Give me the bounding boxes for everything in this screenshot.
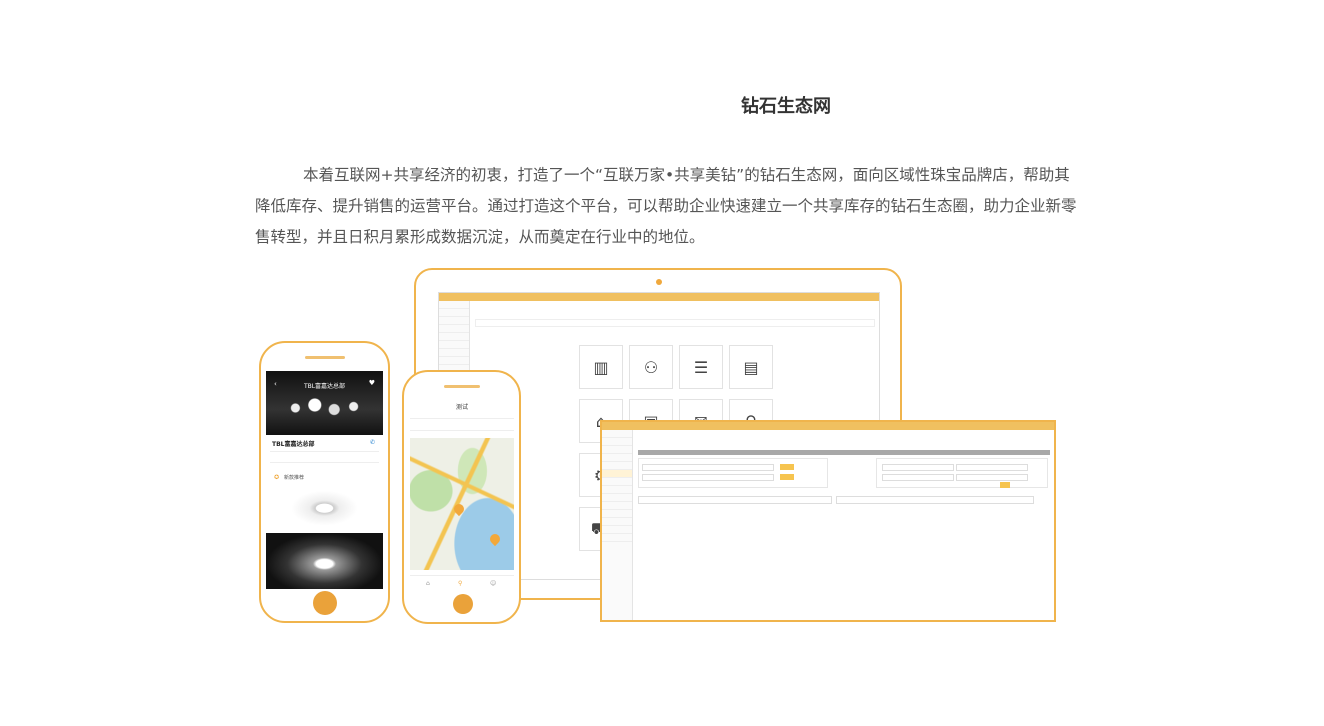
diamonds-image [276, 393, 373, 423]
users-tile-icon[interactable]: ⚇ [629, 345, 673, 389]
profile-tab-icon[interactable]: ☺ [490, 580, 496, 587]
section-title: 新款推荐 [284, 475, 305, 481]
home-button-2[interactable] [453, 594, 473, 614]
home-button[interactable] [313, 591, 337, 615]
jewelry-app-screen: TBL富嘉达总部 ‹ ♥ TBL富嘉达总部 ✆ ✪ 新款推荐 [266, 371, 383, 589]
screen-title: 测试 [410, 398, 514, 419]
document-tile-icon[interactable]: ▤ [729, 345, 773, 389]
chart-tile-icon[interactable]: ▥ [579, 345, 623, 389]
ring-image-2[interactable] [266, 533, 383, 589]
query-button-2[interactable] [780, 474, 794, 480]
shop-name: TBL富嘉达总部 [272, 441, 315, 448]
map-app-screen: 测试 ⌂ ⚲ ☺ [410, 398, 514, 590]
device-showcase: ▥ ⚇ ☰ ▤ ⌂ ▣ ✉ ⚲ ⚙ ⛟ [0, 0, 1324, 726]
banner-title: TBL富嘉达总部 [303, 383, 346, 390]
phone-speaker [305, 356, 345, 359]
admin-inventory-screen [600, 420, 1056, 622]
summary-box [638, 496, 832, 504]
database-tile-icon[interactable]: ☰ [679, 345, 723, 389]
filter-field-3[interactable] [882, 474, 954, 481]
banner-image: TBL富嘉达总部 ‹ ♥ [266, 371, 383, 435]
section-header-bar [638, 450, 1050, 455]
location-pin-icon-2[interactable] [487, 531, 503, 547]
filter-field[interactable] [882, 464, 954, 471]
admin-main-2 [634, 430, 1054, 620]
admin-topbar [439, 293, 879, 301]
camera-dot [656, 279, 662, 285]
ring-image[interactable] [266, 483, 383, 539]
confirm-button[interactable] [1000, 482, 1010, 488]
heart-icon[interactable]: ♥ [369, 379, 375, 387]
search-field[interactable] [642, 464, 774, 471]
admin-sidebar-2 [602, 430, 633, 620]
home-tab-icon[interactable]: ⌂ [426, 580, 430, 587]
filter-field-2[interactable] [956, 464, 1028, 471]
back-icon[interactable]: ‹ [274, 380, 277, 388]
phone-call-icon[interactable]: ✆ [370, 439, 375, 446]
location-pin-icon[interactable] [451, 501, 467, 517]
phone-left-frame: TBL富嘉达总部 ‹ ♥ TBL富嘉达总部 ✆ ✪ 新款推荐 [259, 341, 390, 623]
phone-speaker-2 [444, 385, 480, 388]
summary-box-2 [836, 496, 1034, 504]
phone-middle-frame: 测试 ⌂ ⚲ ☺ [402, 370, 521, 624]
search-field-2[interactable] [642, 474, 774, 481]
map-view[interactable] [410, 438, 514, 570]
query-button[interactable] [780, 464, 794, 470]
filter-select[interactable] [956, 474, 1028, 481]
star-icon: ✪ [274, 474, 280, 481]
map-tab-icon[interactable]: ⚲ [458, 580, 462, 587]
admin-topbar-2 [602, 422, 1054, 430]
